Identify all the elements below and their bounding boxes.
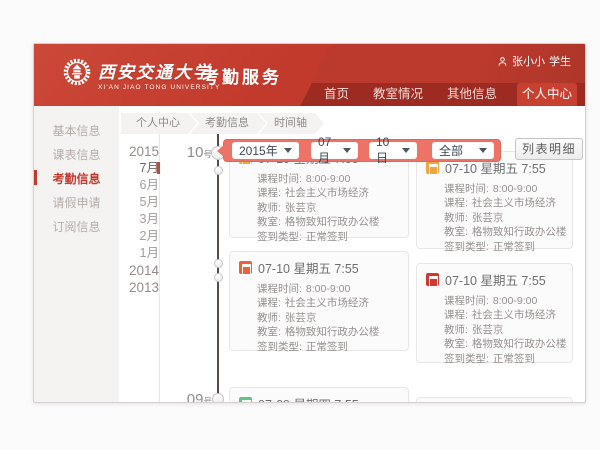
card-date-title: 07-10 星期五 7:55 [258,258,359,277]
breadcrumb-timeline[interactable]: 时间轴 [259,113,324,134]
nav-tab-personal-center-active[interactable]: 个人中心 [517,83,577,106]
app-title: 考勤服务 [202,63,282,88]
date-nav-june[interactable]: 6月 [118,177,159,194]
attendance-card [416,397,573,403]
attendance-card: 07-10 星期五 7:55 课程时间:8:00-9:00 课程:社会主义市场经… [416,151,573,249]
signin-type-icon [239,261,252,274]
chevron-down-icon [284,148,292,153]
nav-item-classrooms[interactable]: 教室情况 [373,83,423,106]
current-month-tick [157,162,160,174]
timeline-day-10: 10号 [172,144,212,162]
date-nav-divider [159,111,160,402]
signin-type-icon [239,397,252,403]
day-dropdown[interactable]: 10日 [369,142,417,159]
sidebar-item-leave-request[interactable]: 请假申请 [34,191,119,215]
user-account[interactable]: 张小小 学生 [497,53,571,69]
timeline-node-large [212,393,224,403]
screen: 西安交通大学 XI'AN JIAO TONG UNIVERSITY 考勤服务 张… [0,0,600,450]
type-dropdown[interactable]: 全部 [432,142,494,159]
timeline-node-small [214,259,223,268]
main-nav: 首页 教室情况 其他信息 个人中心 [312,83,577,106]
nav-item-other-info[interactable]: 其他信息 [447,83,497,106]
user-name: 张小小 [512,53,545,69]
university-logo-icon [63,58,91,86]
app-header: 西安交通大学 XI'AN JIAO TONG UNIVERSITY 考勤服务 张… [34,44,585,106]
date-nav-2014[interactable]: 2014 [118,262,159,279]
attendance-card: 07-10 星期五 7:55 课程时间:8:00-9:00 课程:社会主义市场经… [416,263,573,363]
date-nav-march[interactable]: 3月 [118,211,159,228]
chevron-down-icon [479,148,487,153]
chevron-down-icon [343,148,351,153]
date-nav-february[interactable]: 2月 [118,228,159,245]
user-role: 学生 [549,53,571,69]
card-date-title: 07-10 星期五 7:55 [445,270,546,289]
attendance-card: 07-10 星期五 7:55 课程时间:8:00-9:00 课程:社会主义市场经… [229,251,409,351]
card-date-title: 07-09 星期四 7:55 [258,394,359,403]
sidebar: 基本信息 课表信息 考勤信息 请假申请 订阅信息 [34,106,119,402]
app-window: 西安交通大学 XI'AN JIAO TONG UNIVERSITY 考勤服务 张… [33,43,586,403]
breadcrumb-personal-center[interactable]: 个人中心 [121,113,197,134]
signin-type-icon [426,273,439,286]
sidebar-active-indicator [34,170,37,185]
date-nav-january[interactable]: 1月 [118,245,159,262]
year-dropdown[interactable]: 2015年 [232,142,299,159]
timeline-node-small [214,166,223,175]
date-nav-2013[interactable]: 2013 [118,279,159,296]
sidebar-item-timetable[interactable]: 课表信息 [34,143,119,167]
date-nav: 2015 7月 6月 5月 3月 2月 1月 2014 2013 [118,143,159,296]
sidebar-menu: 基本信息 课表信息 考勤信息 请假申请 订阅信息 [34,119,119,239]
attendance-card: 07-09 星期四 7:55 [229,387,409,403]
chevron-down-icon [402,148,410,153]
timeline-node-small [214,273,223,282]
date-nav-2015[interactable]: 2015 [118,143,159,160]
nav-item-home[interactable]: 首页 [324,83,349,106]
filter-bar: 2015年 07月 10日 全部 [223,139,501,162]
sidebar-item-subscription[interactable]: 订阅信息 [34,215,119,239]
breadcrumb: 个人中心 考勤信息 时间轴 [121,113,324,134]
user-icon [497,56,508,67]
sidebar-item-basic-info[interactable]: 基本信息 [34,119,119,143]
list-detail-button[interactable]: 列表明细 [515,138,583,160]
breadcrumb-attendance-info[interactable]: 考勤信息 [190,113,266,134]
date-nav-july-current[interactable]: 7月 [118,160,159,177]
sidebar-item-attendance-active[interactable]: 考勤信息 [34,167,119,191]
timeline-day-09: 09号 [172,391,212,403]
signin-type-icon [426,161,439,174]
date-nav-may[interactable]: 5月 [118,194,159,211]
month-dropdown[interactable]: 07月 [311,142,358,159]
